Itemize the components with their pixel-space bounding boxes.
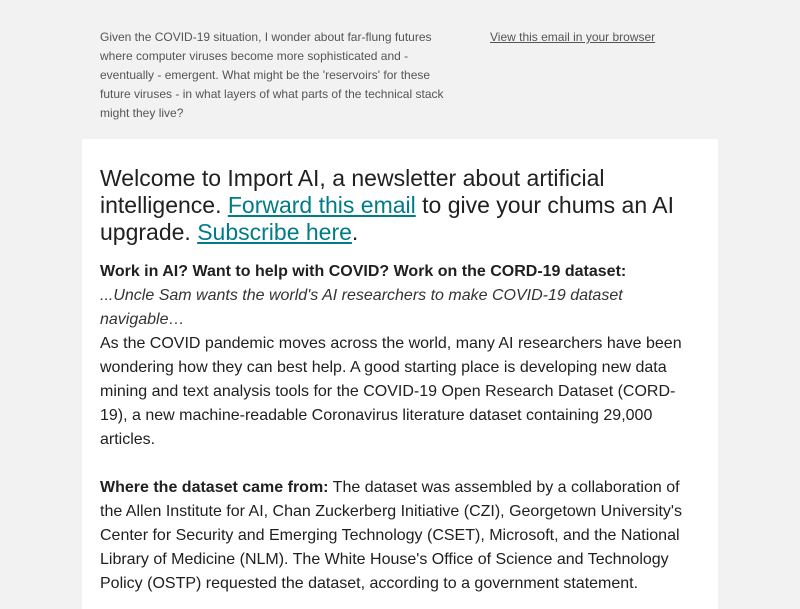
article-heading: Work in AI? Want to help with COVID? Wor… bbox=[100, 263, 627, 280]
dataset-source-label: Where the dataset came from: bbox=[100, 479, 329, 496]
article-paragraph-2: Where the dataset came from: The dataset… bbox=[100, 476, 700, 596]
subscribe-link[interactable]: Subscribe here bbox=[197, 219, 352, 245]
preheader-text: Given the COVID-19 situation, I wonder a… bbox=[100, 30, 444, 120]
article-paragraph-1: As the COVID pandemic moves across the w… bbox=[100, 335, 682, 448]
view-in-browser-link[interactable]: View this email in your browser bbox=[490, 28, 655, 47]
article-subheading: ...Uncle Sam wants the world's AI resear… bbox=[100, 287, 623, 328]
forward-email-link[interactable]: Forward this email bbox=[228, 192, 416, 218]
email-page: { "preheader": { "text": "Given the COVI… bbox=[0, 0, 800, 609]
email-body-card: Welcome to Import AI, a newsletter about… bbox=[82, 139, 718, 609]
intro-text-3: . bbox=[351, 219, 359, 245]
intro-paragraph: Welcome to Import AI, a newsletter about… bbox=[100, 165, 700, 246]
email-content: Welcome to Import AI, a newsletter about… bbox=[100, 165, 700, 596]
